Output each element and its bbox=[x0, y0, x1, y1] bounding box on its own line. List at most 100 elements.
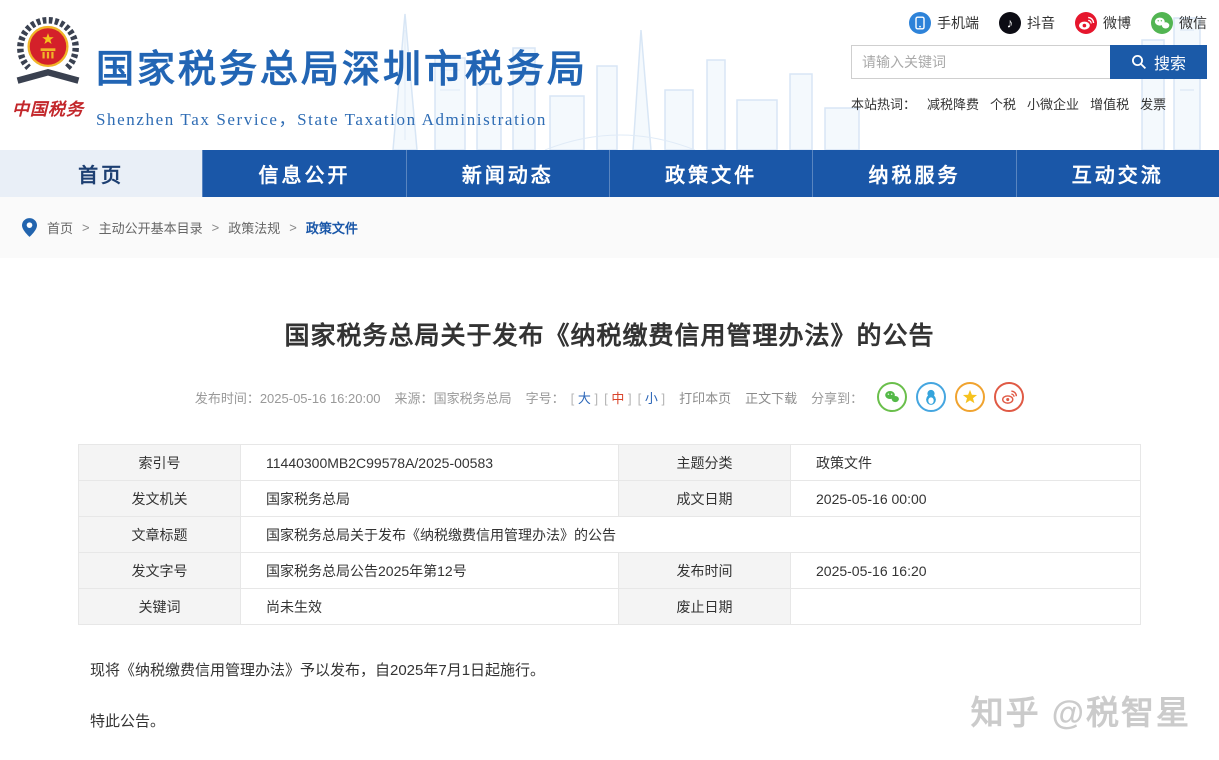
quick-link-mobile[interactable]: 手机端 bbox=[909, 12, 979, 34]
quick-link-label: 手机端 bbox=[937, 13, 979, 33]
nav-item-info-disclosure[interactable]: 信息公开 bbox=[202, 150, 405, 197]
info-label: 成文日期 bbox=[619, 481, 791, 517]
font-size-controls: 字号： [ 大 ] [ 中 ] [ 小 ] bbox=[526, 388, 666, 407]
source-label: 来源： bbox=[395, 391, 434, 406]
nav-item-tax-services[interactable]: 纳税服务 bbox=[812, 150, 1015, 197]
weibo-icon bbox=[1075, 12, 1097, 34]
breadcrumb-bar: 首页 > 主动公开基本目录 > 政策法规 > 政策文件 bbox=[0, 197, 1219, 258]
info-label: 关键词 bbox=[79, 589, 241, 625]
breadcrumb-current: 政策文件 bbox=[306, 218, 358, 237]
breadcrumb-laws[interactable]: 政策法规 bbox=[228, 218, 280, 237]
info-value: 尚未生效 bbox=[241, 589, 619, 625]
site-header: 中国税务 国家税务总局深圳市税务局 Shenzhen Tax Service，S… bbox=[0, 0, 1219, 150]
font-size-medium-button[interactable]: [ 中 ] bbox=[604, 388, 632, 407]
article-title: 国家税务总局关于发布《纳税缴费信用管理办法》的公告 bbox=[0, 316, 1219, 352]
publish-time: 发布时间：2025-05-16 16:20:00 bbox=[195, 388, 381, 407]
hot-words-label: 本站热词： bbox=[851, 94, 916, 113]
douyin-note-glyph: ♪ bbox=[1007, 16, 1014, 31]
nav-item-home[interactable]: 首页 bbox=[0, 150, 202, 197]
quick-link-wechat[interactable]: 微信 bbox=[1151, 12, 1207, 34]
quick-link-weibo[interactable]: 微博 bbox=[1075, 12, 1131, 34]
share-qq-icon bbox=[920, 386, 942, 408]
info-value bbox=[791, 589, 1141, 625]
hot-word-link[interactable]: 小微企业 bbox=[1027, 94, 1079, 113]
info-label: 发文机关 bbox=[79, 481, 241, 517]
article-body: 现将《纳税缴费信用管理办法》予以发布，自2025年7月1日起施行。 特此公告。 bbox=[90, 659, 1219, 731]
font-size-large-button[interactable]: [ 大 ] bbox=[571, 388, 599, 407]
info-label: 发布时间 bbox=[619, 553, 791, 589]
breadcrumb-home[interactable]: 首页 bbox=[47, 218, 73, 237]
location-pin-icon bbox=[22, 218, 37, 237]
publish-time-label: 发布时间： bbox=[195, 391, 260, 406]
share-qq-button[interactable] bbox=[916, 382, 946, 412]
font-size-small-button[interactable]: [ 小 ] bbox=[638, 388, 666, 407]
quick-links: 手机端 ♪ 抖音 微博 bbox=[851, 12, 1207, 34]
breadcrumb-separator: > bbox=[289, 220, 297, 235]
search-bar: 搜索 bbox=[851, 45, 1207, 79]
info-value: 2025-05-16 16:20 bbox=[791, 553, 1141, 589]
share-qzone-button[interactable] bbox=[955, 382, 985, 412]
site-title-cn: 国家税务总局深圳市税务局 bbox=[96, 38, 588, 93]
share-label: 分享到： bbox=[811, 388, 863, 407]
breadcrumb-catalog[interactable]: 主动公开基本目录 bbox=[99, 218, 203, 237]
info-value: 国家税务总局 bbox=[241, 481, 619, 517]
table-row: 发文机关 国家税务总局 成文日期 2025-05-16 00:00 bbox=[79, 481, 1141, 517]
hot-word-link[interactable]: 个税 bbox=[990, 94, 1016, 113]
search-input[interactable] bbox=[851, 45, 1110, 79]
hot-word-link[interactable]: 增值税 bbox=[1090, 94, 1129, 113]
header-right-panel: 手机端 ♪ 抖音 微博 bbox=[851, 12, 1207, 113]
breadcrumb-separator: > bbox=[212, 220, 220, 235]
hot-words-bar: 本站热词： 减税降费 个税 小微企业 增值税 发票 bbox=[851, 94, 1207, 113]
site-logo[interactable]: 中国税务 bbox=[6, 16, 90, 120]
article-content: 国家税务总局关于发布《纳税缴费信用管理办法》的公告 发布时间：2025-05-1… bbox=[0, 258, 1219, 731]
search-button-label: 搜索 bbox=[1154, 50, 1186, 74]
hot-word-link[interactable]: 减税降费 bbox=[927, 94, 979, 113]
share-wechat-icon bbox=[881, 386, 903, 408]
table-row: 发文字号 国家税务总局公告2025年第12号 发布时间 2025-05-16 1… bbox=[79, 553, 1141, 589]
info-label: 废止日期 bbox=[619, 589, 791, 625]
nav-item-policy-documents[interactable]: 政策文件 bbox=[609, 150, 812, 197]
table-row: 关键词 尚未生效 废止日期 bbox=[79, 589, 1141, 625]
nav-item-interaction[interactable]: 互动交流 bbox=[1016, 150, 1219, 197]
share-weibo-icon bbox=[998, 386, 1020, 408]
share-weibo-button[interactable] bbox=[994, 382, 1024, 412]
logo-calligraphy-text: 中国税务 bbox=[6, 95, 90, 120]
info-value: 2025-05-16 00:00 bbox=[791, 481, 1141, 517]
info-label: 主题分类 bbox=[619, 445, 791, 481]
font-size-label: 字号： bbox=[526, 388, 565, 407]
quick-link-label: 微信 bbox=[1179, 13, 1207, 33]
download-text-button[interactable]: 正文下载 bbox=[745, 388, 797, 407]
tax-emblem-icon bbox=[11, 16, 85, 88]
breadcrumb: 首页 > 主动公开基本目录 > 政策法规 > 政策文件 bbox=[47, 218, 358, 237]
info-value: 国家税务总局公告2025年第12号 bbox=[241, 553, 619, 589]
share-qzone-star-icon bbox=[959, 386, 981, 408]
info-value: 11440300MB2C99578A/2025-00583 bbox=[241, 445, 619, 481]
body-paragraph: 特此公告。 bbox=[90, 710, 1219, 731]
quick-link-label: 微博 bbox=[1103, 13, 1131, 33]
main-nav: 首页 信息公开 新闻动态 政策文件 纳税服务 互动交流 bbox=[0, 150, 1219, 197]
share-buttons bbox=[877, 382, 1024, 412]
article-meta-row: 发布时间：2025-05-16 16:20:00 来源：国家税务总局 字号： [… bbox=[0, 382, 1219, 412]
site-title-en: Shenzhen Tax Service，State Taxation Admi… bbox=[96, 105, 588, 130]
search-button[interactable]: 搜索 bbox=[1110, 45, 1207, 79]
mobile-icon bbox=[909, 12, 931, 34]
article-source: 来源：国家税务总局 bbox=[395, 388, 512, 407]
search-icon bbox=[1131, 54, 1147, 70]
info-label: 索引号 bbox=[79, 445, 241, 481]
print-page-button[interactable]: 打印本页 bbox=[679, 388, 731, 407]
publish-time-value: 2025-05-16 16:20:00 bbox=[260, 391, 381, 406]
breadcrumb-separator: > bbox=[82, 220, 90, 235]
share-wechat-button[interactable] bbox=[877, 382, 907, 412]
source-value: 国家税务总局 bbox=[434, 391, 512, 406]
body-paragraph: 现将《纳税缴费信用管理办法》予以发布，自2025年7月1日起施行。 bbox=[90, 659, 1219, 680]
info-label: 发文字号 bbox=[79, 553, 241, 589]
quick-link-douyin[interactable]: ♪ 抖音 bbox=[999, 12, 1055, 34]
info-value: 政策文件 bbox=[791, 445, 1141, 481]
document-info-table: 索引号 11440300MB2C99578A/2025-00583 主题分类 政… bbox=[78, 444, 1141, 625]
quick-link-label: 抖音 bbox=[1027, 13, 1055, 33]
site-title-block: 国家税务总局深圳市税务局 Shenzhen Tax Service，State … bbox=[96, 38, 588, 130]
table-row: 索引号 11440300MB2C99578A/2025-00583 主题分类 政… bbox=[79, 445, 1141, 481]
wechat-icon bbox=[1151, 12, 1173, 34]
nav-item-news[interactable]: 新闻动态 bbox=[406, 150, 609, 197]
hot-word-link[interactable]: 发票 bbox=[1140, 94, 1166, 113]
